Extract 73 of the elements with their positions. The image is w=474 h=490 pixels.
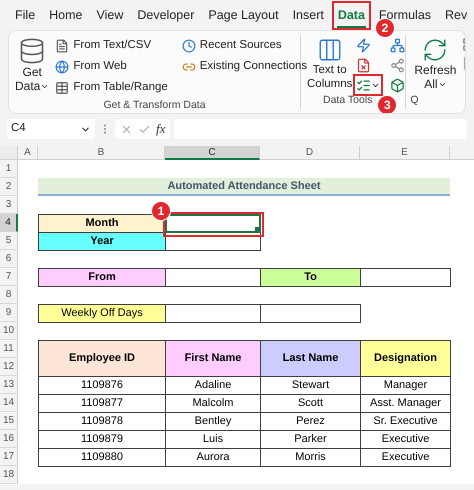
step-badge: 1 [151, 201, 171, 221]
row-header[interactable]: 11 [0, 340, 18, 358]
network-icon[interactable] [390, 37, 406, 53]
refresh-icon [422, 37, 448, 63]
refresh-all-button[interactable]: Refresh All [414, 35, 456, 94]
menu-tab[interactable]: Insert [292, 4, 325, 28]
field-label: From [38, 268, 166, 287]
field-label: To [260, 268, 361, 287]
globe-icon [55, 60, 70, 74]
sheet-title: Automated Attendance Sheet [38, 178, 450, 196]
row-header[interactable]: 9 [0, 304, 18, 322]
column-header[interactable]: D [260, 146, 360, 160]
menu-tab[interactable]: View [96, 4, 124, 28]
insert-function-button[interactable]: fx [156, 119, 166, 139]
column-header[interactable]: B [38, 146, 165, 160]
checklist-icon [356, 78, 372, 92]
columns-icon [316, 37, 343, 63]
field-label: Month [38, 214, 166, 233]
share-icon[interactable] [390, 57, 406, 73]
row-header[interactable]: 16 [0, 430, 18, 448]
group-label: Q [409, 93, 420, 108]
table-header: Designation [360, 340, 451, 377]
row-header[interactable]: 10 [0, 322, 18, 340]
step-badge: 3 [377, 95, 398, 113]
enter-icon[interactable] [138, 122, 151, 136]
column-header[interactable]: C [165, 146, 260, 160]
menu-tab[interactable]: Rev [444, 4, 468, 28]
row-header[interactable]: 8 [0, 286, 18, 304]
menu-tab[interactable]: Home [48, 4, 84, 28]
group-label: Get & Transform Data [102, 98, 207, 113]
row-header[interactable]: 15 [0, 412, 18, 430]
table-icon [55, 80, 70, 94]
field-label: Weekly Off Days [38, 304, 166, 323]
field-label: Year [38, 232, 166, 251]
column-header[interactable]: A [18, 146, 38, 160]
group-label: Data Tools [323, 93, 372, 108]
row-header[interactable]: 13 [0, 376, 18, 394]
menu-tab[interactable]: File [14, 4, 36, 28]
ribbon-command[interactable]: From Table/Range [53, 77, 170, 98]
table-cell: 1109880 [38, 448, 166, 467]
row-header[interactable]: 3 [0, 196, 18, 214]
row-header[interactable]: 2 [0, 178, 18, 196]
table-cell: Executive [360, 448, 451, 467]
menu-tab[interactable]: Data [336, 4, 366, 28]
ribbon-command[interactable]: From Web [53, 56, 170, 77]
row-header[interactable]: 7 [0, 268, 18, 286]
ribbon-command[interactable]: Recent Sources [180, 35, 310, 56]
ribbon-command[interactable]: Existing Connections [180, 56, 310, 77]
table-header: First Name [165, 340, 261, 377]
menu-tab[interactable]: Developer [136, 4, 196, 28]
row-header[interactable]: 14 [0, 394, 18, 412]
get-data-button[interactable]: Get Data [15, 35, 50, 98]
fill-handle[interactable] [255, 227, 259, 231]
name-box[interactable]: C4 [7, 119, 95, 139]
row-header[interactable]: 5 [0, 232, 18, 250]
text-to-columns-button[interactable]: Text to Columns [307, 35, 352, 94]
clock-icon [182, 38, 196, 52]
database-icon [18, 37, 46, 65]
row-header[interactable]: 12 [0, 358, 18, 376]
cube-icon[interactable] [390, 77, 406, 93]
step-badge: 2 [374, 18, 395, 38]
cancel-icon[interactable] [120, 122, 133, 136]
ribbon-command[interactable]: From Text/CSV [53, 35, 170, 56]
row-header[interactable]: 4 [0, 214, 18, 232]
column-header[interactable]: E [360, 146, 450, 160]
table-header: Last Name [260, 340, 361, 377]
table-header: Employee ID [38, 340, 166, 377]
row-header[interactable]: 17 [0, 448, 18, 466]
row-header[interactable]: 6 [0, 250, 18, 268]
row-header[interactable]: 18 [0, 466, 18, 484]
row-header[interactable]: 1 [0, 160, 18, 178]
document-icon [55, 38, 70, 52]
menu-tab[interactable]: Page Layout [207, 4, 280, 28]
